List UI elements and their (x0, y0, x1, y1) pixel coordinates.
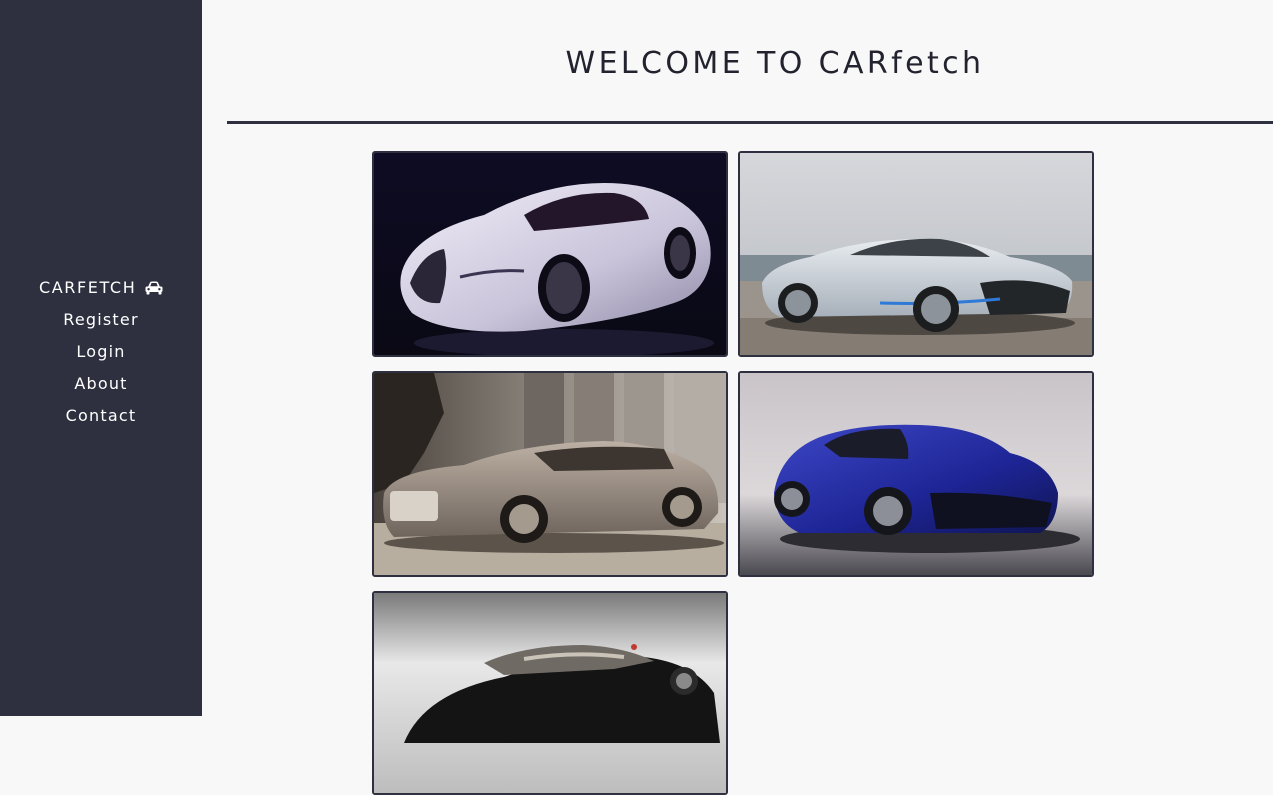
sidebar-nav: CARFETCH Register Login About Contact (0, 275, 202, 435)
sidebar-item-about[interactable]: About (0, 371, 202, 403)
sidebar-item-contact[interactable]: Contact (0, 403, 202, 435)
brand-label: CARFETCH (38, 278, 137, 297)
car-image-2 (740, 153, 1092, 355)
sidebar-item-login[interactable]: Login (0, 339, 202, 371)
car-card-1[interactable] (372, 151, 728, 357)
car-image-4 (740, 373, 1092, 575)
car-card-2[interactable] (738, 151, 1094, 357)
sidebar-brand-link[interactable]: CARFETCH (0, 275, 202, 307)
car-card-3[interactable] (372, 371, 728, 577)
car-image-5 (374, 593, 726, 793)
car-image-3 (374, 373, 726, 575)
sidebar-item-register[interactable]: Register (0, 307, 202, 339)
car-image-1 (374, 153, 726, 355)
main-content: WELCOME TO CARfetch (202, 0, 1273, 795)
page-title: WELCOME TO CARfetch (565, 46, 985, 81)
car-card-4[interactable] (738, 371, 1094, 577)
title-divider (227, 121, 1273, 124)
car-card-5[interactable] (372, 591, 728, 795)
car-icon (145, 277, 163, 303)
sidebar: CARFETCH Register Login About Contact (0, 0, 202, 716)
